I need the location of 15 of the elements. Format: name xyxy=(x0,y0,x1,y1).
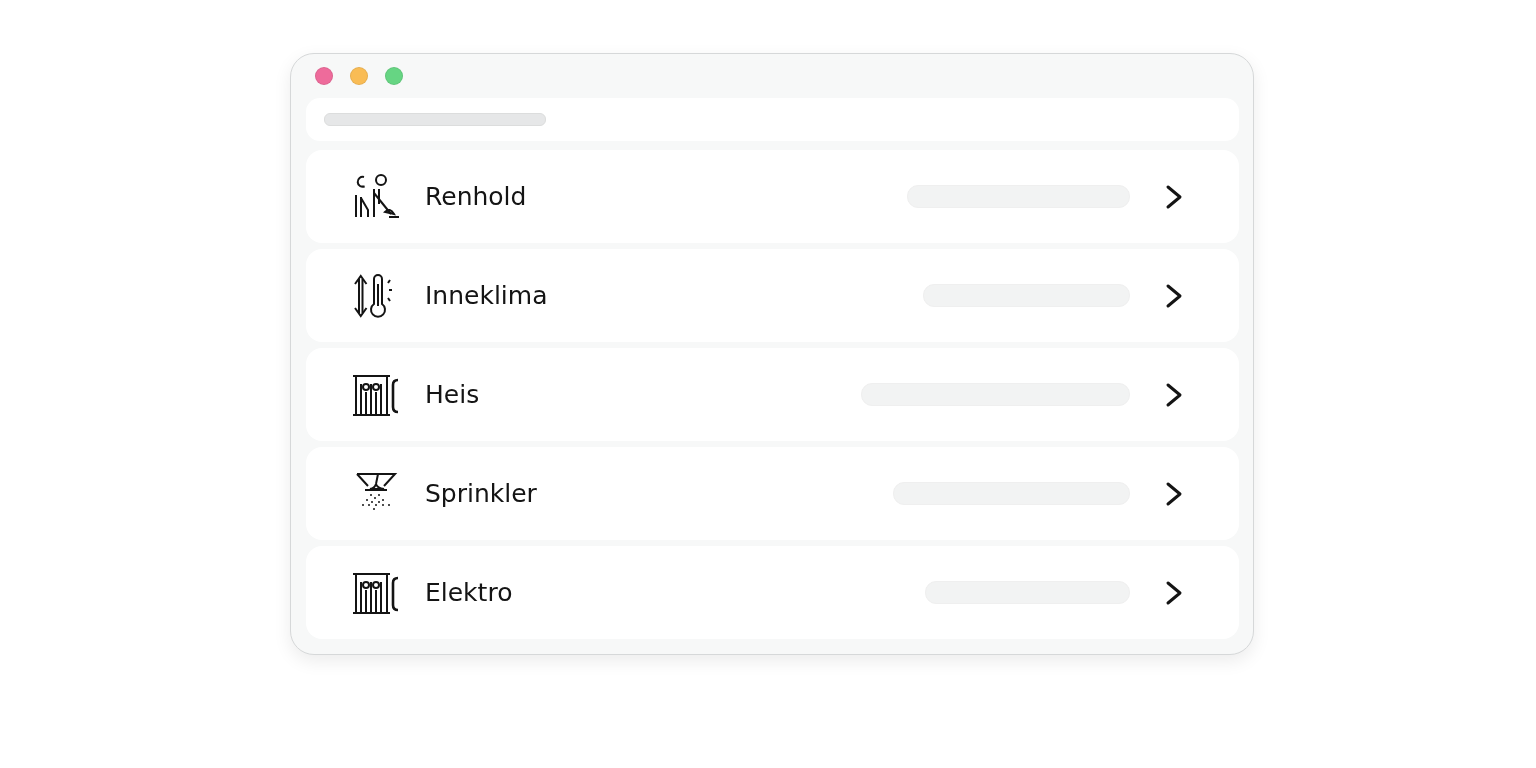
list-item[interactable]: Renhold xyxy=(306,150,1239,243)
zoom-button[interactable] xyxy=(385,67,403,85)
minimize-button[interactable] xyxy=(350,67,368,85)
chevron-right-icon xyxy=(1165,579,1183,606)
list-item[interactable]: Elektro xyxy=(306,546,1239,639)
list-item[interactable]: Inneklima xyxy=(306,249,1239,342)
chevron-right-icon xyxy=(1165,282,1183,309)
chevron-right-icon xyxy=(1165,183,1183,210)
list-item[interactable]: Sprinkler xyxy=(306,447,1239,540)
person-sweeping-icon xyxy=(352,172,400,221)
list-item[interactable]: Heis xyxy=(306,348,1239,441)
chevron-right-icon xyxy=(1165,381,1183,408)
address-bar[interactable] xyxy=(306,98,1239,141)
chevron-right-icon xyxy=(1165,480,1183,507)
close-button[interactable] xyxy=(315,67,333,85)
